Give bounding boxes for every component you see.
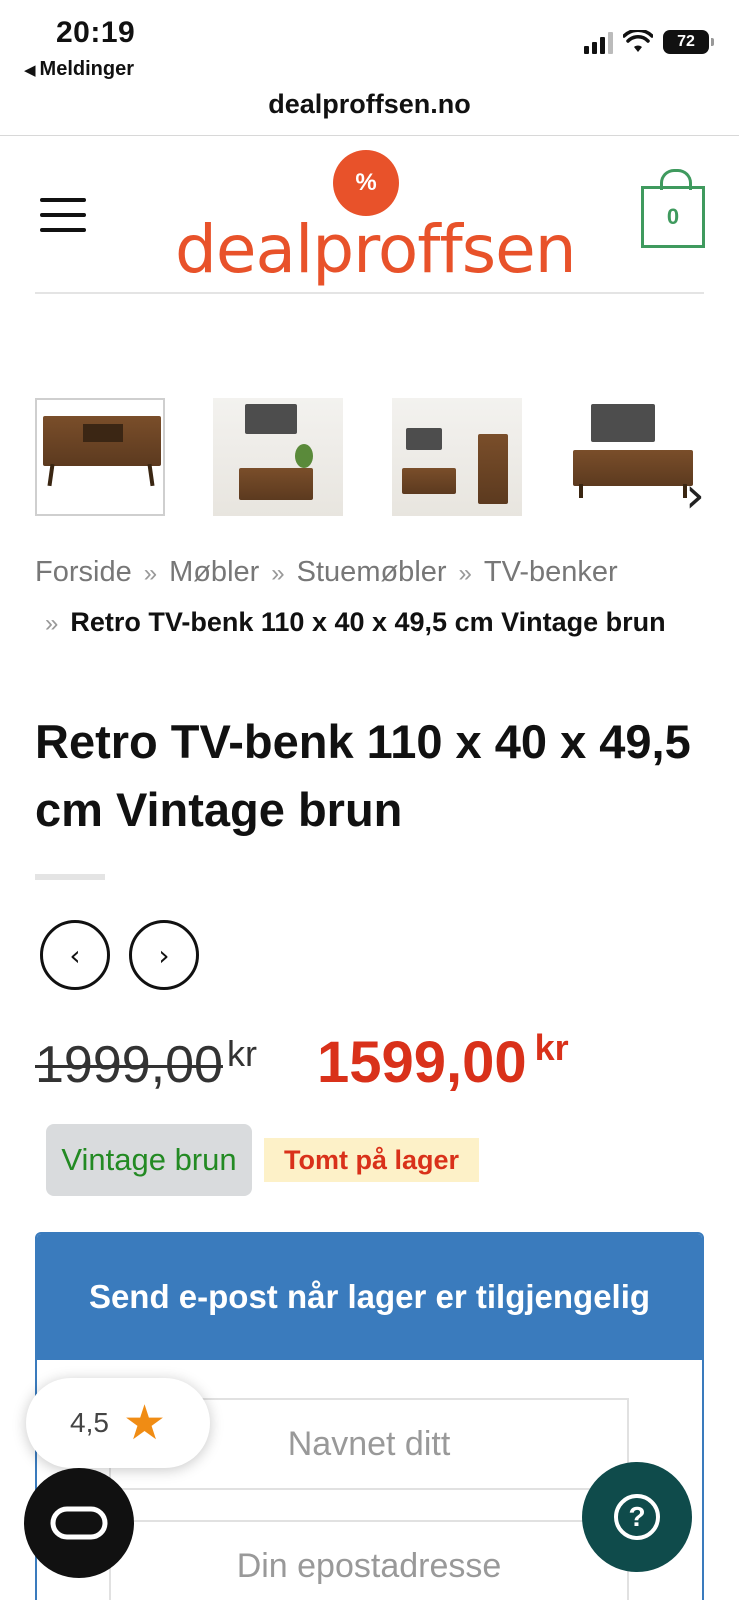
loop-icon[interactable] — [24, 1468, 134, 1578]
battery-level: 72 — [677, 33, 695, 50]
help-symbol: ? — [628, 1501, 645, 1532]
notify-heading: Send e-post når lager er tilgjengelig — [37, 1234, 702, 1360]
status-bar: 20:19 ◀ Meldinger 72 — [0, 0, 739, 90]
old-price-currency: kr — [226, 1033, 257, 1074]
product-title: Retro TV-benk 110 x 40 x 49,5 cm Vintage… — [35, 715, 691, 836]
breadcrumb-separator: » — [45, 610, 59, 637]
back-triangle-icon: ◀ — [24, 62, 36, 79]
back-app-label: Meldinger — [39, 58, 134, 80]
stock-status-badge: Tomt på lager — [264, 1138, 480, 1182]
cart-count: 0 — [666, 204, 680, 229]
battery-icon: 72 — [663, 30, 714, 54]
price-row: 1999,00 kr 1599,00 kr — [35, 1025, 715, 1095]
breadcrumb-separator: » — [143, 560, 158, 587]
rating-value: 4,5 — [70, 1407, 109, 1438]
status-time: 20:19 — [56, 16, 136, 49]
thumbnail-4[interactable] — [571, 398, 701, 516]
breadcrumb-separator: » — [271, 560, 285, 587]
thumbnail-3[interactable] — [392, 398, 522, 516]
breadcrumb: Forside » Møbler » Stuemøbler » TV-benker » Ret… — [35, 548, 715, 648]
email-field[interactable]: Din epostadresse — [109, 1520, 629, 1600]
menu-icon[interactable] — [40, 198, 86, 232]
back-to-app-link[interactable]: ◀ Meldinger — [24, 58, 134, 81]
next-product-button[interactable]: › — [129, 920, 199, 990]
logo-badge-symbol: % — [355, 169, 377, 196]
status-icons: 72 — [584, 30, 714, 54]
rating-widget[interactable]: 4,5 ★ — [26, 1378, 210, 1468]
chevron-left-icon: ‹ — [69, 938, 81, 972]
breadcrumb-link-living-room[interactable]: Stuemøbler — [297, 556, 447, 588]
wifi-icon — [623, 30, 653, 52]
cart-button[interactable]: 0 — [641, 169, 705, 248]
help-button[interactable]: ? — [582, 1462, 692, 1572]
chevron-right-icon[interactable]: › — [685, 470, 705, 520]
breadcrumb-separator: » — [458, 560, 472, 587]
thumbnail-1[interactable] — [35, 398, 165, 516]
logo-text: dealproffsen — [175, 211, 577, 288]
sale-price: 1599,00 kr — [317, 1027, 569, 1096]
old-price: 1999,00 kr — [35, 1033, 257, 1095]
breadcrumb-current: Retro TV-benk 110 x 40 x 49,5 cm Vintage… — [70, 607, 666, 637]
cellular-signal-icon — [584, 30, 613, 54]
star-icon: ★ — [122, 1395, 166, 1451]
chevron-right-icon: › — [158, 938, 170, 972]
old-price-amount: 1999,00 — [35, 1036, 223, 1094]
address-bar[interactable]: dealproffsen.no — [0, 84, 739, 134]
sale-price-currency: kr — [534, 1027, 569, 1068]
site-logo[interactable]: % dealproffsen — [175, 150, 577, 290]
breadcrumb-link-tv-benches[interactable]: TV-benker — [484, 556, 618, 588]
sale-price-amount: 1599,00 — [317, 1030, 527, 1095]
product-thumbnails — [35, 398, 739, 518]
thumbnail-2[interactable] — [213, 398, 343, 516]
site-header: % dealproffsen 0 — [0, 136, 739, 296]
question-icon: ? — [614, 1494, 660, 1540]
variant-option-vintage-brown[interactable]: Vintage brun — [46, 1124, 252, 1196]
title-divider — [35, 874, 105, 880]
breadcrumb-link-home[interactable]: Forside — [35, 556, 132, 588]
breadcrumb-link-furniture[interactable]: Møbler — [169, 556, 259, 588]
previous-product-button[interactable]: ‹ — [40, 920, 110, 990]
header-divider — [35, 292, 704, 294]
tag-icon: % — [333, 150, 399, 216]
